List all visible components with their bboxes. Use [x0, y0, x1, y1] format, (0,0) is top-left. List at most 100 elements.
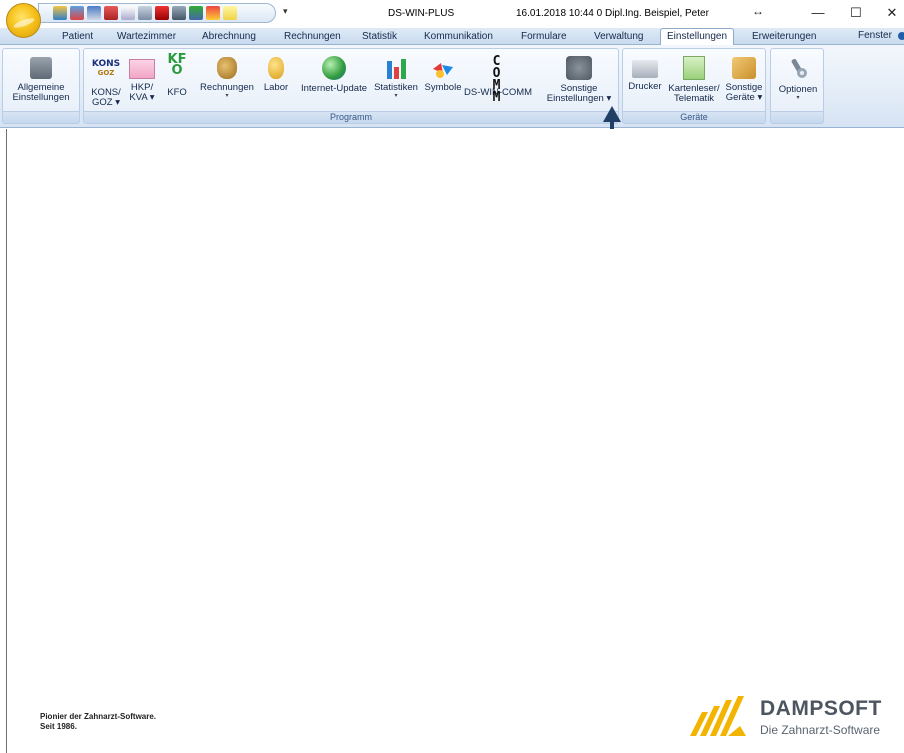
labor-bulb-icon — [268, 57, 284, 79]
kons-goz-icon: KONS GOZ — [91, 54, 121, 84]
pioneer-line1: Pionier der Zahnarzt-Software. — [40, 712, 157, 721]
optionen-dropdown-indicator: ▾ — [796, 95, 800, 101]
card-reader-icon — [683, 56, 705, 80]
compass-quick-icon[interactable] — [206, 6, 220, 20]
rechnungen-button[interactable]: Rechnungen ▾ — [196, 51, 258, 111]
resize-icon[interactable]: ↔ — [752, 4, 764, 18]
shapes-icon — [431, 59, 455, 79]
tab-wartezimmer[interactable]: Wartezimmer — [117, 29, 176, 45]
pioneer-line2: Seit 1986. — [40, 722, 77, 731]
tab-einstellungen[interactable]: Einstellungen — [660, 28, 735, 46]
programm-group-label: Programm — [84, 111, 618, 123]
optionen-group-label — [771, 111, 823, 123]
device-box-icon — [732, 57, 756, 79]
tab-abrechnung[interactable]: Abrechnung — [202, 29, 256, 45]
printer-icon — [632, 60, 658, 78]
bar-chart-icon — [384, 57, 408, 79]
statistiken-dropdown-indicator: ▾ — [394, 93, 398, 99]
allgemeine-line2: Einstellungen — [12, 92, 70, 103]
kartenleser-telematik-button[interactable]: Kartenleser/Telematik — [665, 51, 723, 111]
car-quick-icon[interactable] — [172, 6, 186, 20]
geraete-group-label: Geräte — [623, 111, 765, 123]
tab-verwaltung[interactable]: Verwaltung — [594, 29, 643, 45]
labor-button[interactable]: Labor — [260, 51, 292, 111]
status-info: 16.01.2018 10:44 0 Dipl.Ing. Beispiel, P… — [516, 8, 709, 19]
tab-erweiterungen[interactable]: Erweiterungen — [752, 29, 816, 45]
chart-quick-icon[interactable] — [189, 6, 203, 20]
statistiken-button[interactable]: Statistiken ▾ — [372, 51, 420, 111]
goz-icon-text: GOZ — [97, 69, 115, 77]
optionen-label: Optionen — [778, 84, 818, 95]
group-optionen: Optionen ▾ — [770, 48, 824, 124]
note-quick-icon[interactable] — [223, 6, 237, 20]
maximize-button[interactable]: ☐ — [842, 2, 870, 24]
quick-access-toolbar — [38, 3, 276, 23]
tab-formulare[interactable]: Formulare — [521, 29, 567, 45]
close-button[interactable]: ✕ — [878, 2, 904, 24]
dampsoft-logo-icon — [690, 696, 746, 736]
tab-rechnungen[interactable]: Rechnungen — [284, 29, 341, 45]
application-menu-button[interactable] — [6, 3, 41, 38]
syringe-quick-icon[interactable] — [138, 6, 152, 20]
optionen-button[interactable]: Optionen ▾ — [773, 51, 823, 111]
drucker-label: Drucker — [628, 81, 662, 92]
kfo-icon-bottom: O — [171, 63, 183, 78]
abrechnung-quick-icon[interactable] — [87, 6, 101, 20]
sonstige-geraete-line2: Geräte ▾ — [725, 92, 763, 103]
symbole-button[interactable]: Symbole — [422, 51, 464, 111]
internet-update-button[interactable]: Internet-Update — [294, 51, 374, 111]
formular-quick-icon[interactable] — [104, 6, 118, 20]
tooth-quick-icon[interactable] — [121, 6, 135, 20]
allgemeine-einstellungen-button[interactable]: Allgemeine Einstellungen — [3, 51, 79, 111]
symbole-label: Symbole — [424, 82, 462, 93]
customize-toolbar-dropdown[interactable]: ▾ — [283, 6, 288, 17]
minimize-button[interactable]: — — [804, 2, 832, 24]
kons-label-line2: GOZ ▾ — [92, 97, 120, 108]
app-title: DS-WIN-PLUS — [388, 8, 455, 19]
hkp-label-line2: KVA ▾ — [129, 92, 155, 103]
rechnungen-dropdown-indicator: ▾ — [225, 93, 229, 99]
tab-patient[interactable]: Patient — [62, 29, 93, 45]
comm-icon: C OM M — [483, 54, 513, 104]
patient-quick-icon[interactable] — [53, 6, 67, 20]
wartezimmer-quick-icon[interactable] — [70, 6, 84, 20]
hkp-kva-button[interactable]: HKP/KVA ▾ — [124, 51, 160, 111]
group-geraete: Drucker Kartenleser/Telematik Sonstige Ge… — [622, 48, 766, 124]
drucker-button[interactable]: Drucker — [625, 51, 665, 111]
comm-icon-top: C O — [492, 54, 504, 81]
kfo-label: KFO — [167, 87, 187, 98]
fenster-menu[interactable]: Fenster — [858, 30, 892, 41]
wrench-icon — [786, 55, 810, 81]
hkp-form-icon — [129, 59, 155, 79]
gear-settings-icon — [566, 56, 592, 80]
group-allgemein: Allgemeine Einstellungen — [2, 48, 80, 124]
kons-goz-button[interactable]: KONS GOZ KONS/GOZ ▾ — [86, 51, 126, 111]
allgemeine-label: Allgemeine Einstellungen — [3, 83, 79, 103]
kfo-button[interactable]: KF O KFO — [162, 51, 192, 111]
sonstige-geraete-button[interactable]: Sonstige Geräte ▾ — [723, 51, 765, 111]
ribbon-panel: Allgemeine Einstellungen KONS GOZ KONS/GO… — [0, 45, 904, 128]
dampsoft-logo-subtitle: Die Zahnarzt-Software — [760, 723, 881, 737]
kons-icon-text: KONS — [91, 59, 121, 69]
statistiken-label: Statistiken — [374, 82, 418, 93]
kartenleser-label-line2: Telematik — [673, 93, 715, 104]
kfo-icon: KF O — [162, 53, 192, 84]
comm-icon-bottom: M M — [492, 78, 504, 105]
pioneer-slogan: Pionier der Zahnarzt-Software. Seit 1986… — [40, 712, 156, 732]
book-quick-icon[interactable] — [155, 6, 169, 20]
rechnungen-label: Rechnungen — [200, 82, 254, 93]
globe-update-icon — [322, 56, 346, 80]
sonstige-einstellungen-button[interactable]: Sonstige Einstellungen ▾ — [542, 51, 616, 111]
tab-statistik[interactable]: Statistik — [362, 29, 397, 45]
dampsoft-logo-name: DAMPSOFT — [760, 697, 882, 720]
ribbon-tabs: Patient Wartezimmer Abrechnung Rechnunge… — [0, 28, 904, 46]
main-workspace — [6, 129, 904, 753]
group-programm: KONS GOZ KONS/GOZ ▾ HKP/KVA ▾ KF O KFO Rec… — [83, 48, 619, 124]
labor-label: Labor — [263, 82, 289, 93]
sonstige-einstellungen-line2: Einstellungen ▾ — [546, 93, 612, 104]
internet-update-label: Internet-Update — [300, 83, 367, 94]
tab-kommunikation[interactable]: Kommunikation — [424, 29, 493, 45]
help-icon[interactable] — [898, 32, 904, 40]
ds-win-comm-button[interactable]: C OM M DS-WIN-COMM — [464, 51, 532, 111]
allgemein-group-label — [3, 111, 79, 123]
